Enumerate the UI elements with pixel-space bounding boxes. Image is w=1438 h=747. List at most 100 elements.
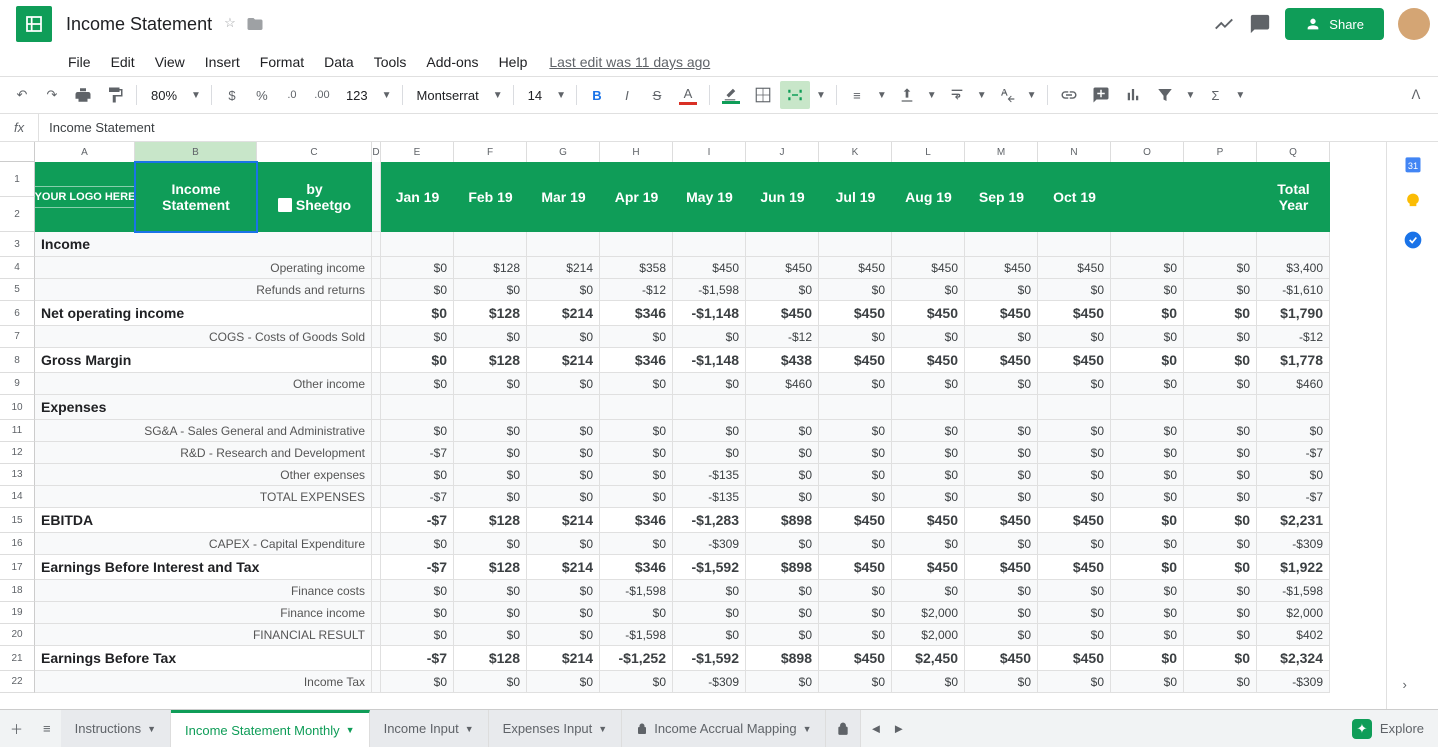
data-cell[interactable]: $450 xyxy=(819,257,892,279)
chevron-down-icon[interactable]: ▼ xyxy=(1182,89,1200,102)
data-cell[interactable]: $0 xyxy=(527,580,600,602)
redo-button[interactable]: ↷ xyxy=(38,81,66,109)
data-cell[interactable]: $0 xyxy=(1184,602,1257,624)
menu-insert[interactable]: Insert xyxy=(197,50,248,74)
data-cell[interactable]: $0 xyxy=(527,624,600,646)
data-cell[interactable]: -$1,592 xyxy=(673,646,746,671)
fill-color-button[interactable] xyxy=(716,81,746,109)
data-cell[interactable]: -$1,598 xyxy=(600,580,673,602)
data-cell[interactable]: $0 xyxy=(1111,326,1184,348)
data-cell[interactable]: -$12 xyxy=(1257,326,1330,348)
row-label[interactable]: Earnings Before Interest and Tax xyxy=(35,555,372,580)
formula-input[interactable]: Income Statement xyxy=(39,120,1438,135)
data-cell[interactable]: $0 xyxy=(381,624,454,646)
sheets-app-icon[interactable] xyxy=(16,6,52,42)
data-cell[interactable]: $0 xyxy=(819,580,892,602)
side-panel-expand-icon[interactable]: › xyxy=(1403,677,1423,697)
data-cell[interactable]: $0 xyxy=(819,420,892,442)
data-cell[interactable]: $0 xyxy=(1038,486,1111,508)
data-cell[interactable]: $0 xyxy=(527,420,600,442)
paint-format-button[interactable] xyxy=(100,81,130,109)
data-cell[interactable]: $0 xyxy=(965,373,1038,395)
data-cell[interactable]: $2,324 xyxy=(1257,646,1330,671)
data-cell[interactable]: $0 xyxy=(527,464,600,486)
data-cell[interactable]: $0 xyxy=(454,326,527,348)
data-cell[interactable]: $460 xyxy=(746,373,819,395)
data-cell[interactable]: -$7 xyxy=(381,555,454,580)
data-cell[interactable]: $450 xyxy=(1038,555,1111,580)
data-cell[interactable]: $0 xyxy=(1111,671,1184,693)
data-cell[interactable]: $450 xyxy=(746,257,819,279)
data-cell[interactable]: $0 xyxy=(1038,279,1111,301)
data-cell[interactable]: $1,790 xyxy=(1257,301,1330,326)
data-cell[interactable]: $0 xyxy=(1111,602,1184,624)
menu-help[interactable]: Help xyxy=(491,50,536,74)
merge-cells-button[interactable] xyxy=(780,81,810,109)
data-cell[interactable]: $0 xyxy=(819,279,892,301)
data-cell[interactable]: -$1,283 xyxy=(673,508,746,533)
cell[interactable] xyxy=(819,395,892,420)
star-icon[interactable]: ☆ xyxy=(224,15,236,33)
data-cell[interactable]: $0 xyxy=(454,373,527,395)
data-cell[interactable]: $450 xyxy=(965,301,1038,326)
data-cell[interactable]: $0 xyxy=(454,602,527,624)
data-cell[interactable]: -$12 xyxy=(600,279,673,301)
cell[interactable] xyxy=(1038,232,1111,257)
data-cell[interactable]: $450 xyxy=(819,646,892,671)
data-cell[interactable]: $0 xyxy=(381,279,454,301)
data-cell[interactable]: $0 xyxy=(746,580,819,602)
cell-C1[interactable]: bySheetgo xyxy=(257,162,372,232)
data-cell[interactable]: $1,778 xyxy=(1257,348,1330,373)
data-cell[interactable]: $0 xyxy=(1184,508,1257,533)
data-cell[interactable]: $450 xyxy=(819,348,892,373)
data-cell[interactable]: $0 xyxy=(454,464,527,486)
data-cell[interactable]: $0 xyxy=(527,373,600,395)
data-cell[interactable]: $0 xyxy=(1257,420,1330,442)
data-cell[interactable]: -$1,148 xyxy=(673,348,746,373)
data-cell[interactable]: $0 xyxy=(1111,508,1184,533)
col-header-K[interactable]: K xyxy=(819,142,892,162)
data-cell[interactable]: $0 xyxy=(1111,257,1184,279)
data-cell[interactable]: $450 xyxy=(892,508,965,533)
data-cell[interactable]: $0 xyxy=(746,533,819,555)
data-cell[interactable]: $0 xyxy=(1184,326,1257,348)
data-cell[interactable]: $0 xyxy=(819,442,892,464)
data-cell[interactable]: $0 xyxy=(454,671,527,693)
format-percent-button[interactable]: % xyxy=(248,81,276,109)
chevron-down-icon[interactable]: ▼ xyxy=(973,89,991,102)
col-header-G[interactable]: G xyxy=(527,142,600,162)
data-cell[interactable]: $898 xyxy=(746,508,819,533)
data-cell[interactable]: $450 xyxy=(965,348,1038,373)
data-cell[interactable]: $0 xyxy=(381,326,454,348)
data-cell[interactable]: $0 xyxy=(819,533,892,555)
data-cell[interactable]: $450 xyxy=(892,348,965,373)
data-cell[interactable]: $0 xyxy=(1184,464,1257,486)
data-cell[interactable]: $0 xyxy=(527,602,600,624)
data-cell[interactable]: $0 xyxy=(746,624,819,646)
row-label[interactable]: FINANCIAL RESULT xyxy=(35,624,372,646)
data-cell[interactable]: $0 xyxy=(746,279,819,301)
menu-format[interactable]: Format xyxy=(252,50,312,74)
text-rotate-button[interactable] xyxy=(993,81,1021,109)
data-cell[interactable]: -$1,148 xyxy=(673,301,746,326)
horizontal-align-button[interactable]: ≡ xyxy=(843,81,871,109)
data-cell[interactable]: $0 xyxy=(1184,279,1257,301)
data-cell[interactable]: $0 xyxy=(1184,624,1257,646)
data-cell[interactable]: $0 xyxy=(965,442,1038,464)
data-cell[interactable]: $0 xyxy=(1111,555,1184,580)
data-cell[interactable]: $0 xyxy=(600,464,673,486)
data-cell[interactable]: $0 xyxy=(381,464,454,486)
month-header[interactable] xyxy=(1184,162,1257,232)
print-button[interactable] xyxy=(68,81,98,109)
data-cell[interactable]: $214 xyxy=(527,348,600,373)
data-cell[interactable]: $0 xyxy=(381,257,454,279)
data-cell[interactable]: $0 xyxy=(1038,580,1111,602)
data-cell[interactable]: $0 xyxy=(1038,464,1111,486)
data-cell[interactable]: $0 xyxy=(965,533,1038,555)
data-cell[interactable]: -$1,610 xyxy=(1257,279,1330,301)
data-cell[interactable]: $450 xyxy=(1038,348,1111,373)
data-cell[interactable]: $0 xyxy=(1184,580,1257,602)
activity-icon[interactable] xyxy=(1213,13,1235,35)
format-select[interactable]: 123 xyxy=(338,88,376,103)
chevron-down-icon[interactable]: ▼ xyxy=(923,89,941,102)
